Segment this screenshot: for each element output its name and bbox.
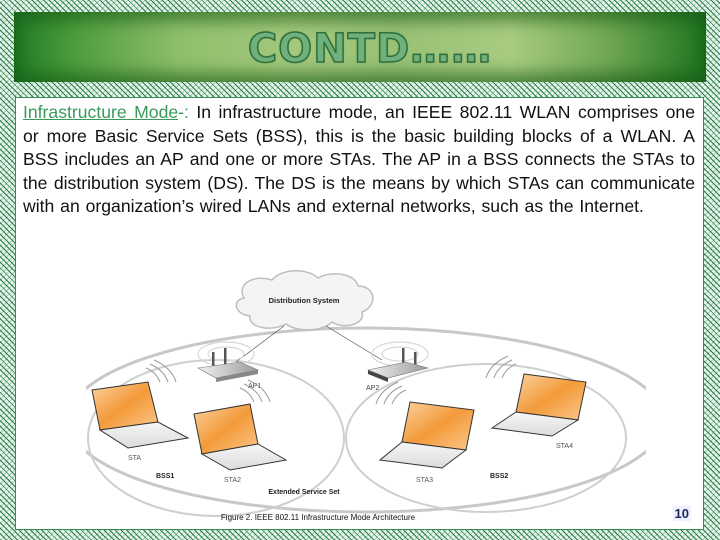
content-panel: Infrastructure Mode-: In infrastructure …: [15, 97, 704, 530]
ap2-router: AP2: [366, 341, 430, 392]
term-separator: -:: [178, 102, 189, 122]
laptop-sta4: STA4: [485, 355, 587, 450]
sta4-label: STA4: [556, 443, 573, 450]
ess-label: Extended Service Set: [268, 489, 340, 496]
link-ap2: [325, 325, 383, 361]
bss1-label: BSS1: [156, 473, 174, 480]
sta2-label: STA2: [224, 477, 241, 484]
term-infrastructure-mode: Infrastructure Mode: [23, 102, 179, 122]
laptop-sta3: STA3: [375, 381, 475, 484]
title-banner: CONTD……: [14, 12, 706, 82]
ap2-label: AP2: [366, 385, 379, 392]
infrastructure-diagram: Distribution System AP1 AP2 STA STA2 BSS…: [86, 270, 646, 522]
bss2-label: BSS2: [490, 473, 508, 480]
figure-caption: Figure 2. IEEE 802.11 Infrastructure Mod…: [221, 513, 416, 522]
ap1-router: AP1: [197, 341, 261, 390]
sta-label: STA: [128, 455, 141, 462]
sta3-label: STA3: [416, 477, 433, 484]
laptop-sta2: STA2: [193, 379, 288, 484]
body-paragraph: Infrastructure Mode-: In infrastructure …: [23, 101, 695, 219]
cloud-label: Distribution System: [269, 296, 340, 305]
distribution-system-cloud: Distribution System: [235, 270, 374, 331]
slide-title: CONTD……: [247, 25, 493, 73]
page-number: 10: [672, 506, 691, 521]
